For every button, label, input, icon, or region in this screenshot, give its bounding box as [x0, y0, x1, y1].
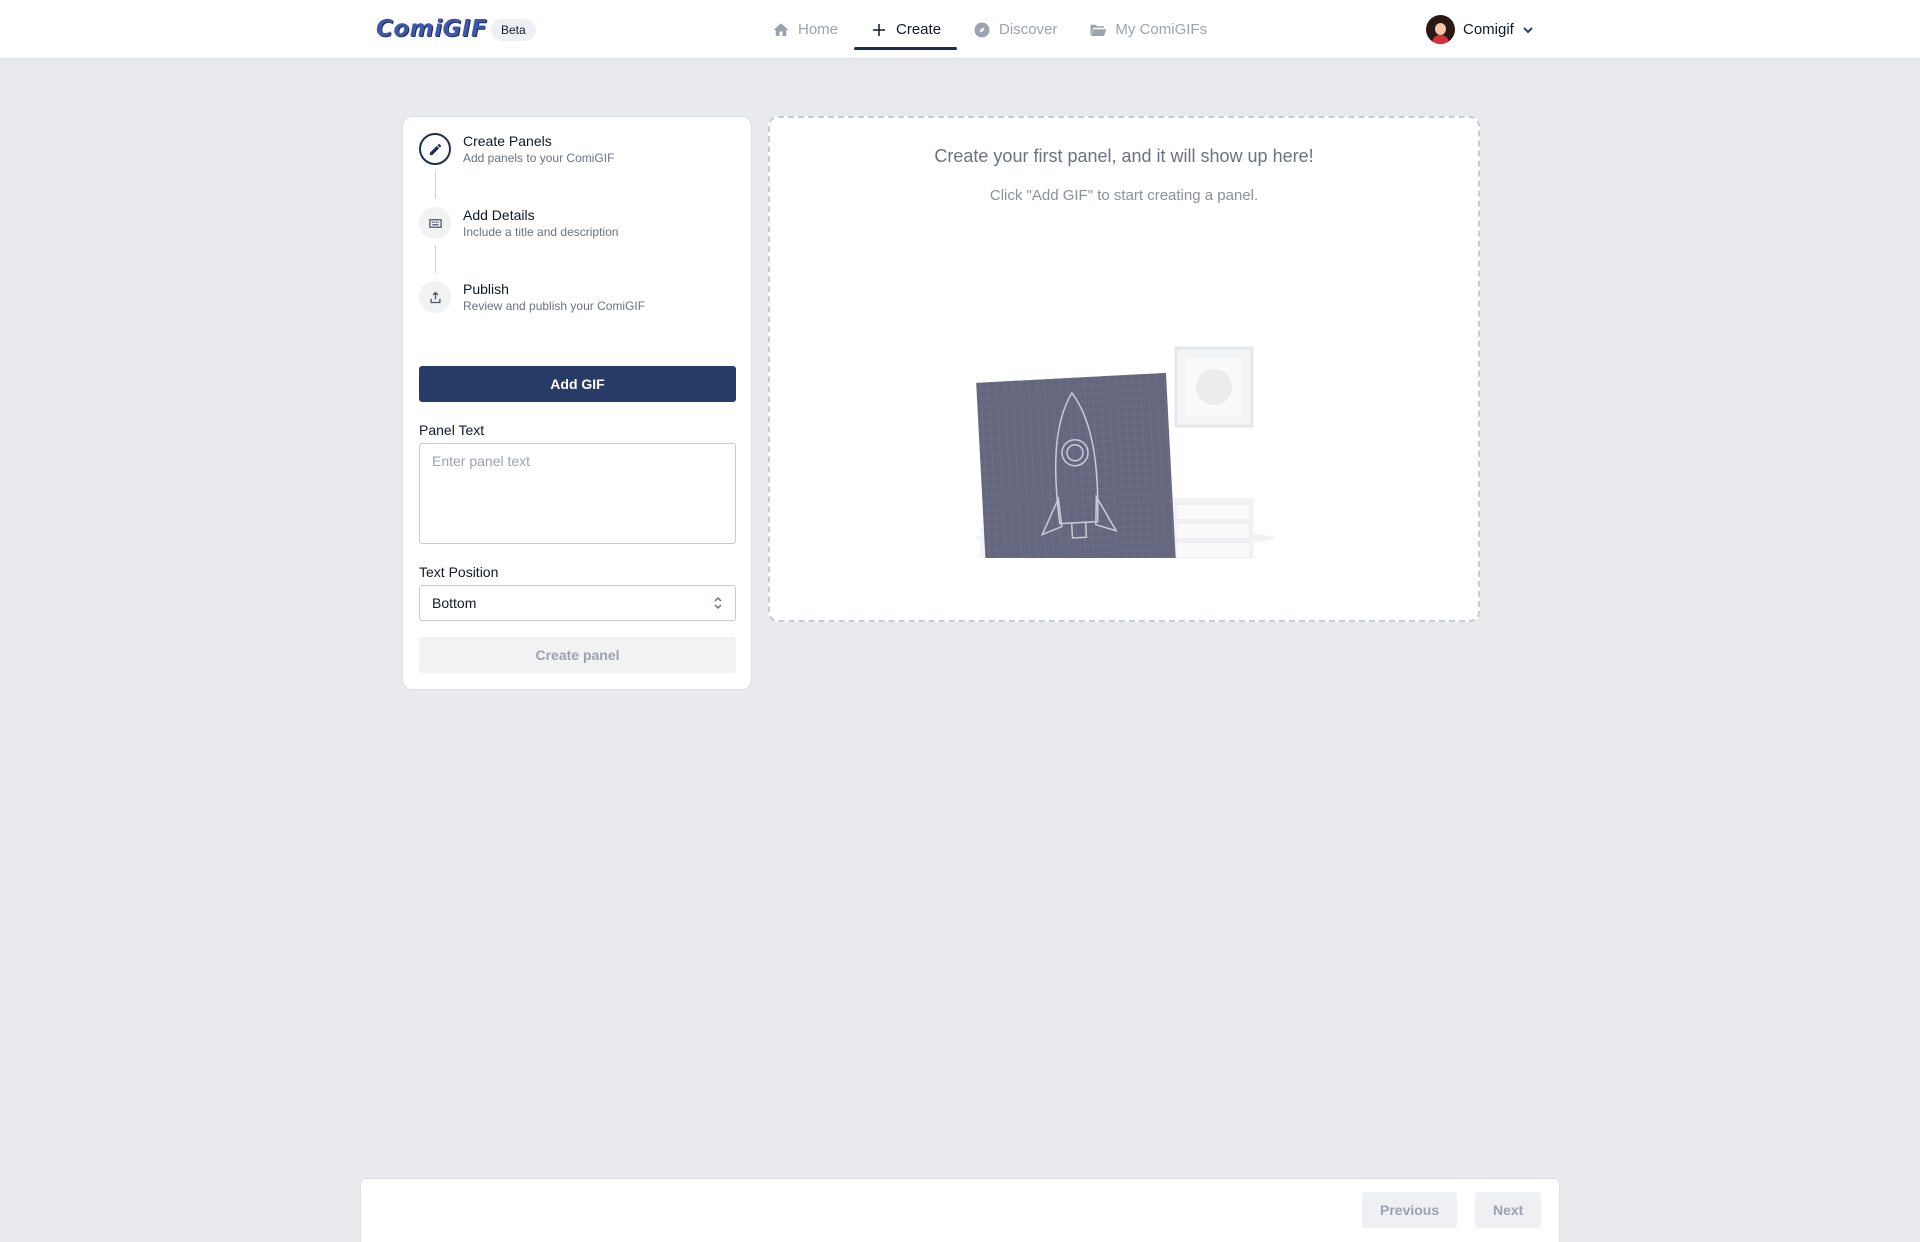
- step-icon-wrap: [419, 207, 451, 239]
- panel-preview-area: Create your first panel, and it will sho…: [768, 116, 1480, 622]
- user-menu[interactable]: Comigif: [1426, 15, 1534, 44]
- nav-home[interactable]: Home: [756, 0, 854, 59]
- text-position-label: Text Position: [419, 564, 499, 580]
- nav-discover[interactable]: Discover: [957, 0, 1073, 59]
- step-create-panels[interactable]: Create Panels Add panels to your ComiGIF: [419, 133, 614, 165]
- folder-icon: [1090, 24, 1107, 36]
- step-title: Publish: [463, 281, 509, 297]
- nav-home-label: Home: [798, 21, 839, 38]
- user-name: Comigif: [1463, 21, 1514, 38]
- select-arrows-icon: [714, 596, 722, 610]
- avatar: [1426, 15, 1455, 44]
- step-title: Add Details: [463, 207, 535, 223]
- text-position-value: Bottom: [432, 595, 477, 611]
- step-connector: [435, 245, 436, 273]
- keyboard-icon: [428, 218, 442, 228]
- add-gif-button[interactable]: Add GIF: [419, 366, 736, 402]
- panel-editor-card: Create Panels Add panels to your ComiGIF…: [402, 116, 752, 690]
- comigif-logo[interactable]: ComiGIF: [376, 16, 487, 42]
- home-icon: [773, 22, 789, 36]
- preview-empty-title: Create your first panel, and it will sho…: [934, 146, 1314, 166]
- nav-create-label: Create: [896, 21, 942, 38]
- panel-text-input[interactable]: [419, 443, 736, 544]
- preview-empty-subtitle: Click "Add GIF" to start creating a pane…: [989, 187, 1259, 204]
- step-subtitle: Add panels to your ComiGIF: [463, 151, 615, 165]
- nav-create[interactable]: Create: [854, 0, 958, 59]
- compass-icon: [974, 22, 990, 37]
- next-button[interactable]: Next: [1475, 1192, 1542, 1228]
- previous-button[interactable]: Previous: [1362, 1192, 1458, 1228]
- step-title: Create Panels: [463, 133, 552, 149]
- text-position-select[interactable]: Bottom: [419, 585, 736, 621]
- panel-text-label: Panel Text: [419, 422, 485, 438]
- top-navigation-bar: ComiGIF Beta Home Create Discover My Com…: [0, 0, 1920, 59]
- create-panel-button[interactable]: Create panel: [419, 637, 736, 673]
- step-subtitle: Include a title and description: [463, 225, 619, 239]
- wizard-footer: Previous Next: [360, 1178, 1560, 1242]
- step-publish[interactable]: Publish Review and publish your ComiGIF: [419, 281, 645, 313]
- upload-icon: [430, 291, 440, 303]
- plus-icon: [873, 23, 886, 36]
- step-icon-wrap: [419, 281, 451, 313]
- beta-badge: Beta: [491, 19, 536, 41]
- step-connector: [435, 171, 436, 199]
- nav-discover-label: Discover: [999, 21, 1058, 38]
- chevron-down-icon: [1523, 26, 1533, 33]
- step-add-details[interactable]: Add Details Include a title and descript…: [419, 207, 618, 239]
- pencil-icon: [429, 143, 441, 155]
- step-subtitle: Review and publish your ComiGIF: [463, 299, 646, 313]
- step-icon-wrap: [419, 133, 451, 165]
- main-nav: Home Create Discover My ComiGIFs: [756, 0, 1223, 59]
- empty-state-illustration: [975, 346, 1275, 558]
- nav-my-comigifs-label: My ComiGIFs: [1115, 21, 1208, 38]
- nav-my-comigifs[interactable]: My ComiGIFs: [1073, 0, 1223, 59]
